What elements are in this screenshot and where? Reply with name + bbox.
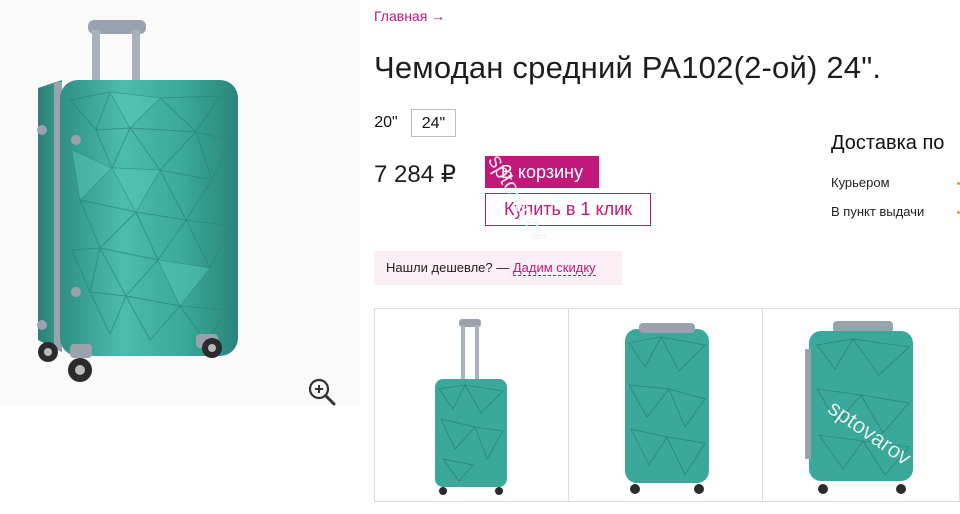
found-cheaper-text: Нашли дешевле? —	[386, 260, 513, 275]
breadcrumb-home-link[interactable]: Главная →	[374, 8, 445, 24]
delivery-heading: Доставка по	[831, 132, 945, 154]
thumbnail-suitcase-side[interactable]	[762, 308, 960, 502]
product-main-image[interactable]	[0, 0, 360, 405]
delivery-courier-label: Курьером	[831, 175, 890, 190]
add-to-cart-button[interactable]: В корзину	[485, 156, 599, 188]
product-title: Чемодан средний PA102(2-ой) 24".	[374, 50, 882, 85]
zoom-in-icon[interactable]	[306, 376, 338, 408]
size-option-20[interactable]: 20"	[365, 109, 407, 137]
found-cheaper-banner: Нашли дешевле? — Дадим скидку	[374, 251, 622, 285]
size-option-24-selected[interactable]: 24"	[411, 109, 456, 137]
buy-one-click-button[interactable]: Купить в 1 клик	[485, 193, 651, 226]
thumbnail-suitcase-handle-up[interactable]	[374, 308, 569, 502]
delivery-pickup-label: В пункт выдачи	[831, 204, 925, 219]
thumbnail-suitcase-front[interactable]	[568, 308, 763, 502]
discount-link[interactable]: Дадим скидку	[512, 260, 596, 276]
product-price: 7 284 ₽	[374, 161, 456, 188]
